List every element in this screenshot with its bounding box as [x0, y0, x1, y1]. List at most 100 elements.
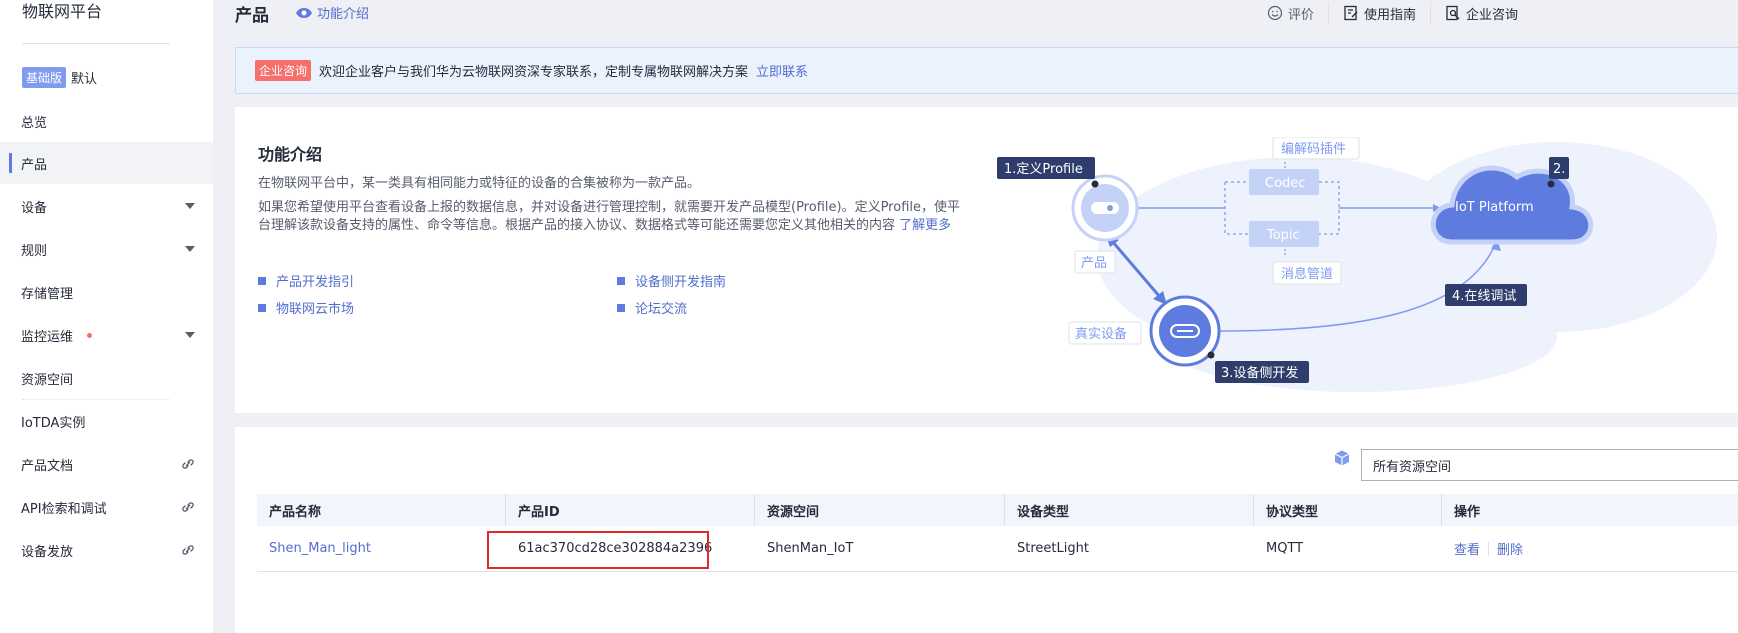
- intro-paragraph-1: 在物联网平台中，某一类具有相同能力或特征的设备的合集被称为一款产品。: [258, 176, 701, 191]
- column-header: 协议类型: [1254, 494, 1442, 526]
- sidebar-item-product[interactable]: 产品: [0, 142, 213, 184]
- chevron-down-icon: [185, 332, 195, 338]
- smile-icon: [1267, 5, 1283, 21]
- intro-title: 功能介绍: [258, 145, 323, 164]
- bullet-square-icon: [258, 276, 266, 285]
- edition-label: 默认: [71, 72, 98, 87]
- contact-now-link[interactable]: 立即联系: [756, 61, 808, 80]
- page-title: 产品: [235, 6, 269, 26]
- device-type-cell: StreetLight: [1017, 541, 1089, 556]
- codec-label: Codec: [1265, 176, 1305, 191]
- rate-label: 评价: [1288, 7, 1315, 23]
- link-label: 论坛交流: [635, 302, 688, 317]
- enterprise-banner: 企业咨询 欢迎企业客户与我们华为云物联网资深专家联系，定制专属物联网解决方案 立…: [235, 47, 1738, 94]
- user-guide-button[interactable]: 使用指南: [1329, 2, 1432, 24]
- delete-button[interactable]: 删除: [1497, 539, 1523, 558]
- link-label: 物联网云市场: [276, 302, 355, 317]
- column-header: 资源空间: [755, 494, 1005, 526]
- chevron-down-icon: [185, 246, 195, 252]
- iot-marketplace-link[interactable]: 物联网云市场: [258, 298, 354, 317]
- column-header: 产品ID: [506, 494, 755, 526]
- feature-intro-card: 功能介绍 在物联网平台中，某一类具有相同能力或特征的设备的合集被称为一款产品。 …: [235, 107, 1738, 413]
- sidebar-item-product-docs[interactable]: 产品文档: [0, 443, 213, 485]
- sidebar: 物联网平台 基础版 默认 总览 产品 设备 规则 存储管理 监控运维 资源空间 …: [0, 0, 213, 633]
- sidebar-item-label: 存储管理: [21, 286, 74, 302]
- product-label: 产品: [1081, 256, 1107, 271]
- message-pipe-label: 消息管道: [1281, 266, 1333, 282]
- step-4-label: 4.在线调试: [1452, 289, 1516, 304]
- feature-intro-label: 功能介绍: [317, 7, 370, 22]
- banner-text: 欢迎企业客户与我们华为云物联网资深专家联系，定制专属物联网解决方案: [319, 65, 749, 80]
- product-list-card: 所有资源空间 产品名称 产品ID 资源空间 设备类型 协议类型 操作 Shen_…: [235, 427, 1738, 633]
- sidebar-item-label: 资源空间: [21, 372, 74, 388]
- banner-tag: 企业咨询: [255, 60, 312, 81]
- guide-icon: [1344, 5, 1358, 21]
- topic-label: Topic: [1266, 228, 1300, 243]
- header-actions: 评价 使用指南 企业咨询: [1253, 2, 1532, 24]
- table-header: 产品名称 产品ID 资源空间 设备类型 协议类型 操作: [257, 494, 1738, 526]
- bullet-square-icon: [617, 303, 625, 312]
- sidebar-item-device-provisioning[interactable]: 设备发放: [0, 529, 213, 571]
- device-dev-guide-link[interactable]: 设备侧开发指南: [617, 271, 726, 290]
- sidebar-item-label: 产品文档: [21, 458, 74, 474]
- step-3-label: 3.设备侧开发: [1221, 365, 1298, 381]
- learn-more-link[interactable]: 了解更多: [899, 218, 951, 233]
- sidebar-item-device[interactable]: 设备: [0, 185, 213, 227]
- bullet-square-icon: [258, 303, 266, 312]
- link-label: 设备侧开发指南: [635, 275, 727, 290]
- edition-badge: 基础版: [22, 67, 67, 88]
- workflow-diagram: 1.定义Profile 2. 3.设备侧开发 4.在线调试 编解码插件 Code…: [997, 137, 1717, 392]
- page-header: 产品 功能介绍 评价 使用指南 企业咨询: [213, 0, 1738, 30]
- iot-platform-label: IoT Platform: [1455, 200, 1534, 215]
- sidebar-divider: [22, 43, 170, 44]
- resource-space-cell: ShenMan_IoT: [767, 541, 854, 556]
- sidebar-item-resource-space[interactable]: 资源空间: [0, 357, 213, 399]
- step-2-label: 2.: [1553, 162, 1565, 177]
- real-device-label: 真实设备: [1075, 326, 1127, 342]
- op-separator: [1488, 541, 1490, 556]
- sidebar-item-api-explorer[interactable]: API检索和调试: [0, 486, 213, 528]
- product-id-cell: 61ac370cd28ce302884a2396: [487, 526, 755, 572]
- sidebar-item-label: API检索和调试: [21, 501, 107, 517]
- step-1-label: 1.定义Profile: [1004, 162, 1083, 177]
- sidebar-item-label: 产品: [21, 157, 48, 173]
- external-link-icon: [182, 502, 194, 512]
- user-guide-label: 使用指南: [1364, 7, 1417, 23]
- resource-space-value: 所有资源空间: [1373, 459, 1452, 475]
- table-row: Shen_Man_light 61ac370cd28ce302884a2396 …: [257, 526, 1738, 572]
- bullet-square-icon: [617, 276, 625, 285]
- column-header: 操作: [1454, 504, 1481, 520]
- enterprise-consult-button[interactable]: 企业咨询: [1431, 2, 1532, 24]
- sidebar-item-rules[interactable]: 规则: [0, 228, 213, 270]
- feature-intro-link[interactable]: 功能介绍: [295, 3, 369, 22]
- sidebar-item-overview[interactable]: 总览: [0, 100, 213, 142]
- product-table: 产品名称 产品ID 资源空间 设备类型 协议类型 操作 Shen_Man_lig…: [257, 494, 1738, 572]
- view-button[interactable]: 查看: [1454, 539, 1480, 558]
- product-name-link[interactable]: Shen_Man_light: [257, 526, 506, 572]
- link-label: 产品开发指引: [276, 275, 355, 290]
- sidebar-item-label: 规则: [21, 243, 48, 259]
- product-dev-guide-link[interactable]: 产品开发指引: [258, 271, 354, 290]
- rate-button[interactable]: 评价: [1253, 2, 1330, 24]
- sidebar-item-label: 总览: [21, 115, 48, 131]
- intro-paragraph-2-text: 如果您希望使用平台查看设备上报的数据信息，并对设备进行管理控制，就需要开发产品模…: [258, 200, 960, 233]
- notification-dot: [87, 332, 93, 338]
- operations-cell: 查看 删除: [1442, 526, 1562, 572]
- column-header: 产品名称: [257, 494, 506, 526]
- forum-link[interactable]: 论坛交流: [617, 298, 687, 317]
- eye-icon: [296, 7, 312, 18]
- protocol-cell: MQTT: [1266, 541, 1304, 556]
- sidebar-item-storage[interactable]: 存储管理: [0, 271, 213, 313]
- sidebar-item-monitoring[interactable]: 监控运维: [0, 314, 213, 356]
- resource-space-select[interactable]: 所有资源空间: [1361, 449, 1738, 481]
- sidebar-title: 物联网平台: [22, 2, 103, 21]
- edition-selector[interactable]: 基础版 默认: [22, 67, 97, 88]
- highlight-box: [487, 530, 709, 569]
- intro-paragraph-2: 如果您希望使用平台查看设备上报的数据信息，并对设备进行管理控制，就需要开发产品模…: [258, 199, 970, 235]
- chevron-down-icon: [185, 203, 195, 209]
- consult-icon: [1446, 5, 1460, 21]
- sidebar-item-iotda-instance[interactable]: IoTDA实例: [0, 400, 213, 442]
- codec-plugin-label: 编解码插件: [1281, 142, 1346, 157]
- sidebar-item-label: IoTDA实例: [21, 415, 86, 431]
- enterprise-consult-label: 企业咨询: [1466, 7, 1519, 23]
